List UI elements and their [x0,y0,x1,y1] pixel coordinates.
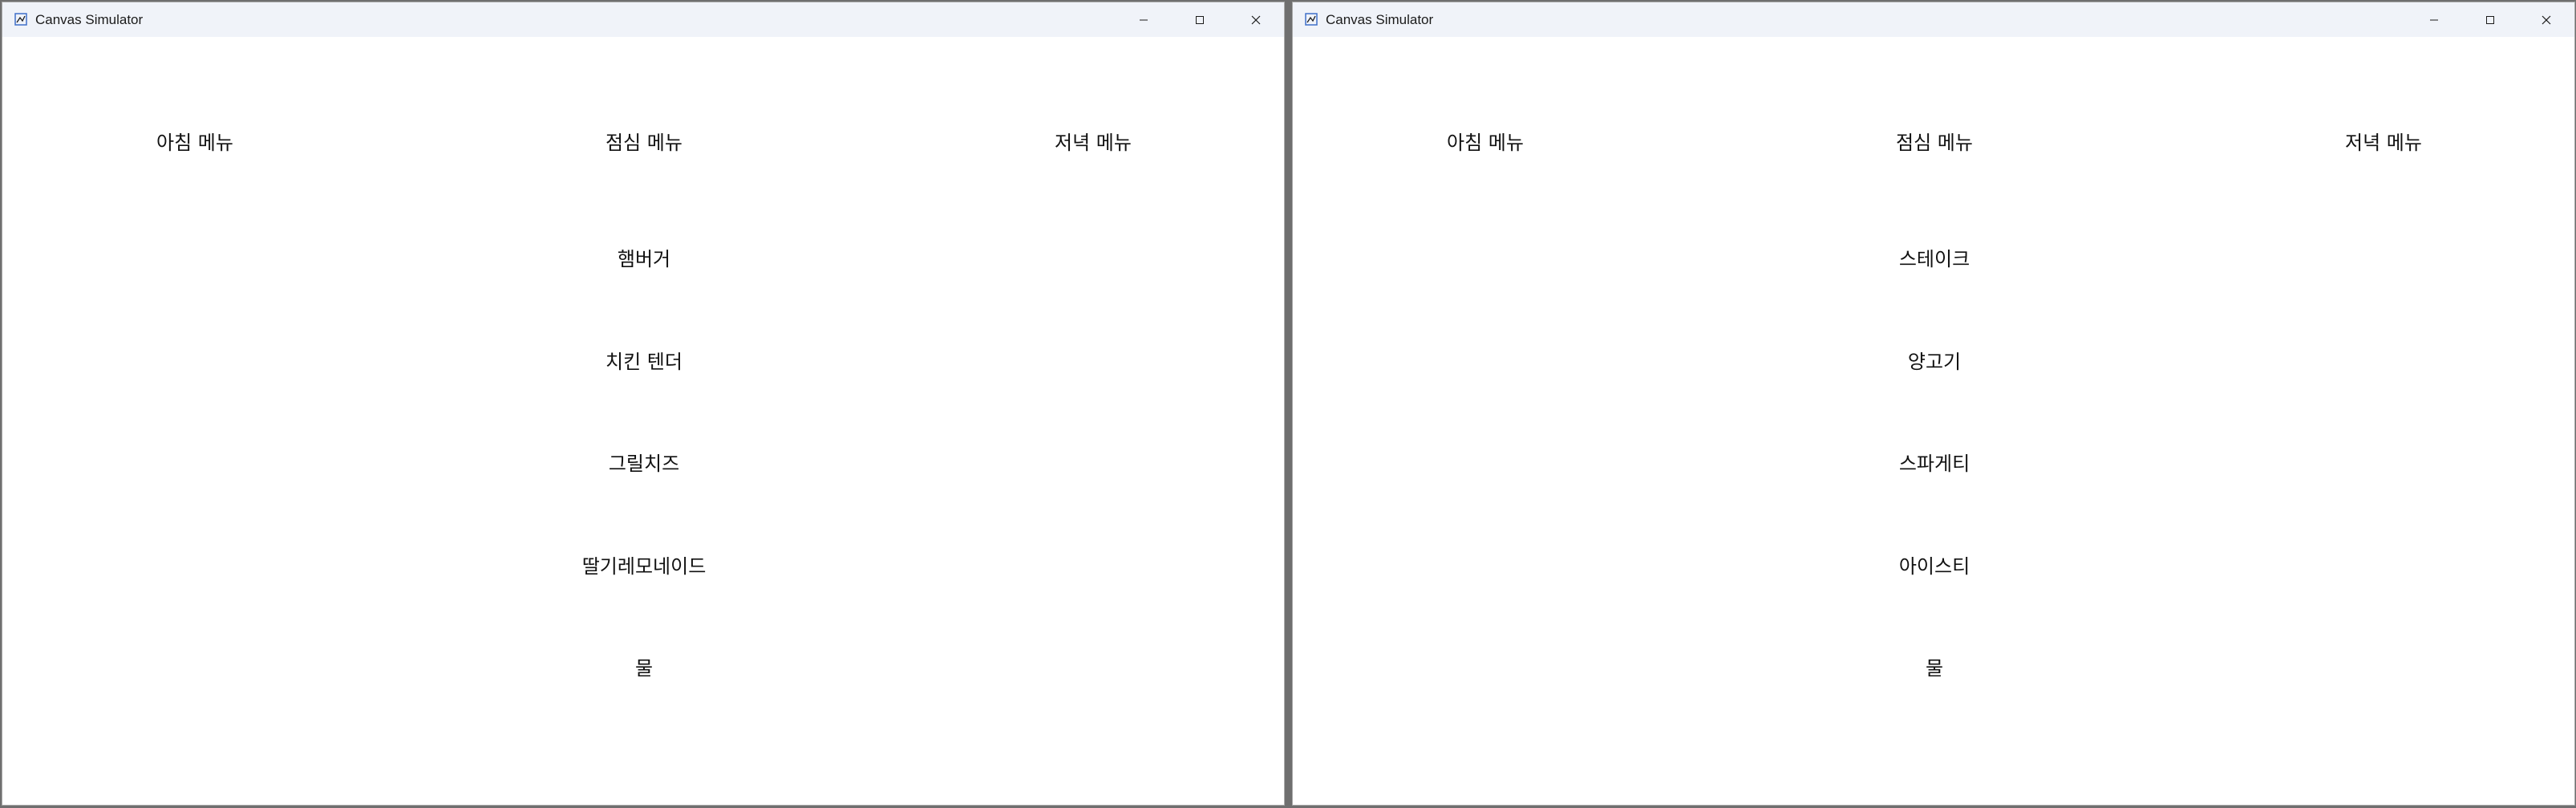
menu-item[interactable]: 스파게티 [1814,444,2055,484]
minimize-button[interactable] [2406,2,2462,37]
close-icon [1251,15,1261,24]
menu-item[interactable]: 물 [524,648,764,688]
canvas-simulator-window-left: Canvas Simulator 아침 메뉴 점심 메뉴 저녁 메뉴 햄버거 치… [2,2,1285,806]
minimize-button[interactable] [1116,2,1172,37]
menu-item[interactable]: 치킨 텐더 [524,342,764,382]
menu-item[interactable]: 딸기레모네이드 [524,546,764,587]
window-title: Canvas Simulator [35,12,144,27]
maximize-icon [1196,15,1204,24]
menu-item[interactable]: 햄버거 [524,239,764,279]
close-icon [2542,15,2551,24]
menu-item[interactable]: 스테이크 [1814,239,2055,279]
maximize-button[interactable] [1172,2,1228,37]
close-button[interactable] [1228,2,1284,37]
window-title: Canvas Simulator [1326,12,1434,27]
menu-item[interactable]: 양고기 [1814,342,2055,382]
breakfast-menu-tab[interactable]: 아침 메뉴 [1405,123,1565,163]
maximize-icon [2486,15,2494,24]
minimize-icon [1140,19,1148,20]
lunch-menu-tab[interactable]: 점심 메뉴 [564,123,724,163]
menu-item[interactable]: 물 [1814,648,2055,688]
lunch-menu-tab[interactable]: 점심 메뉴 [1854,123,2015,163]
title-bar[interactable]: Canvas Simulator [1293,2,2574,37]
dinner-menu-tab[interactable]: 저녁 메뉴 [1013,123,1173,163]
app-window-icon [1305,13,1318,26]
menu-item[interactable]: 아이스티 [1814,546,2055,587]
breakfast-menu-tab[interactable]: 아침 메뉴 [115,123,275,163]
title-bar[interactable]: Canvas Simulator [2,2,1284,37]
canvas-simulator-window-right: Canvas Simulator 아침 메뉴 점심 메뉴 저녁 메뉴 스테이크 … [1292,2,2575,806]
menu-item[interactable]: 그릴치즈 [524,444,764,484]
minimize-icon [2430,19,2438,20]
app-window-icon [14,13,27,26]
maximize-button[interactable] [2462,2,2518,37]
dinner-menu-tab[interactable]: 저녁 메뉴 [2303,123,2464,163]
close-button[interactable] [2518,2,2574,37]
